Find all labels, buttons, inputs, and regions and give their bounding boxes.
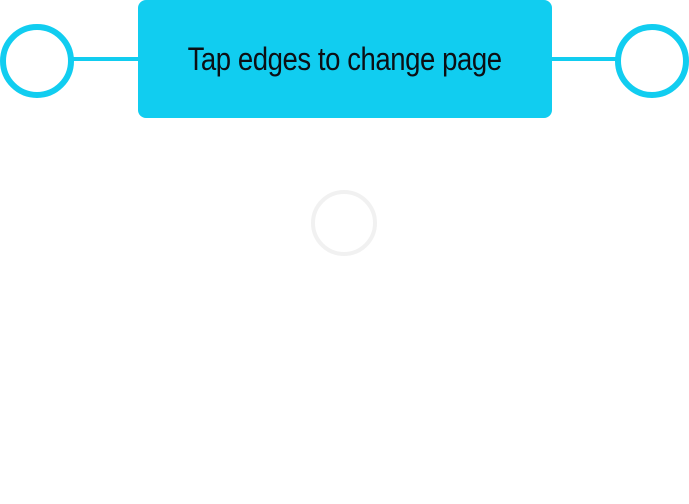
right-connector-line [548,57,621,61]
loading-spinner-icon [311,190,377,256]
left-connector-line [68,57,142,61]
left-edge-tap-zone-icon[interactable] [0,24,74,98]
hint-text: Tap edges to change page [187,40,503,77]
tap-edges-hint-banner: Tap edges to change page [138,0,552,118]
right-edge-tap-zone-icon[interactable] [615,24,689,98]
